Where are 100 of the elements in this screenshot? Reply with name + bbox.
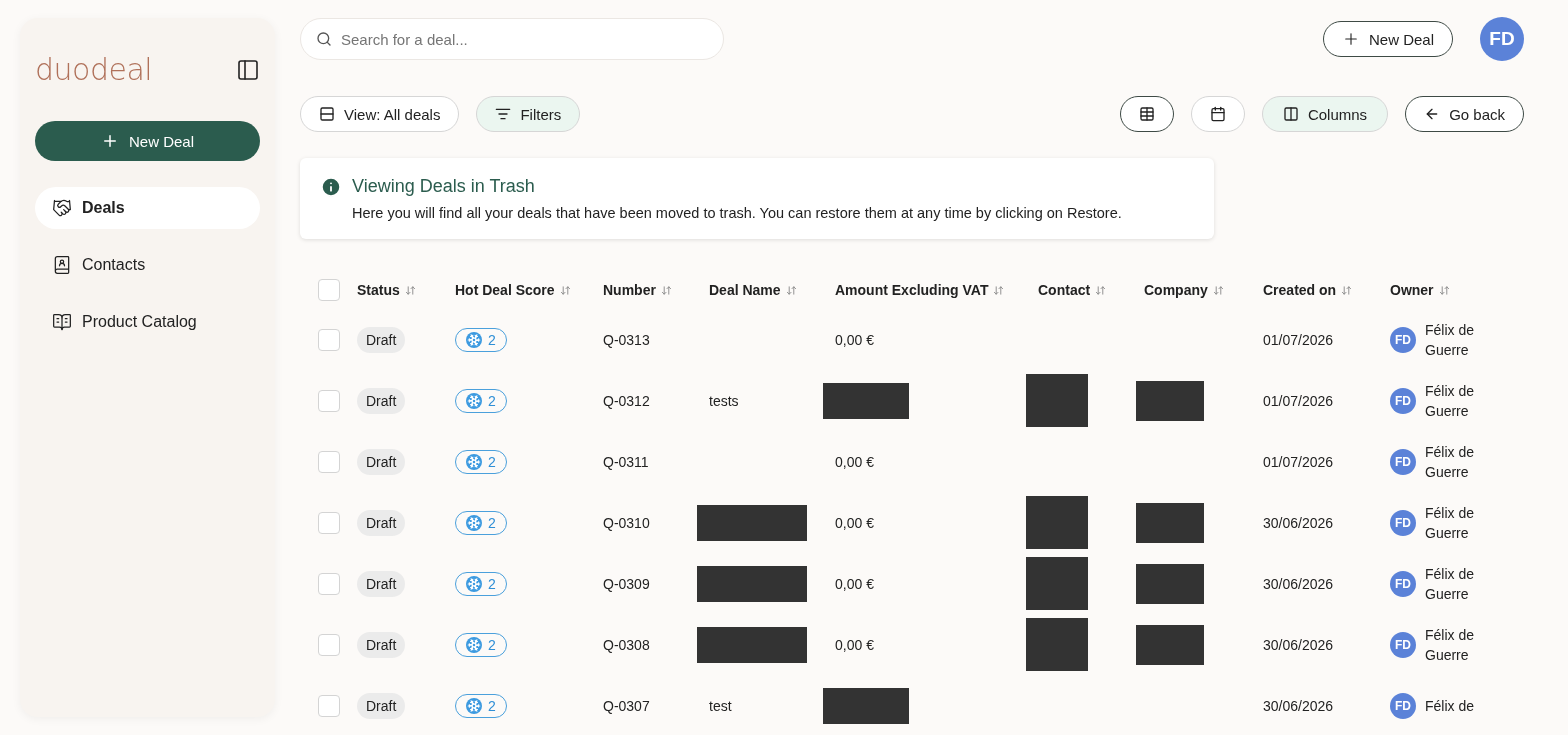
sidebar-item-label: Product Catalog [82, 313, 197, 331]
column-header[interactable]: Status [357, 282, 455, 298]
new-deal-button[interactable]: New Deal [1322, 21, 1453, 57]
sort-icon [660, 284, 672, 296]
status-tag: Draft [357, 692, 406, 719]
sidebar-item-label: Deals [82, 199, 125, 217]
table-cell-text: 30/06/2026 [1263, 514, 1335, 531]
columns-button[interactable]: Columns [1261, 96, 1389, 132]
status-tag: Draft [357, 448, 406, 475]
column-header[interactable]: Hot Deal Score [455, 282, 603, 298]
owner-name: Félix de Guerre [1425, 564, 1476, 604]
owner-name: Félix de [1425, 696, 1476, 716]
owner-avatar: FD [1390, 692, 1416, 719]
banner-title: Viewing Deals in Trash [352, 176, 536, 198]
column-header[interactable]: Number [603, 282, 709, 298]
go-back-button[interactable]: Go back [1405, 96, 1524, 132]
search-icon [316, 31, 332, 47]
table-cell-text: 01/07/2026 [1263, 331, 1335, 348]
table-cell-text: 01/07/2026 [1263, 453, 1335, 470]
checkbox[interactable] [318, 389, 340, 412]
owner-avatar: FD [1390, 387, 1416, 414]
snowflake-icon [466, 575, 482, 592]
status-tag: Draft [357, 570, 406, 597]
owner-name: Félix de Guerre [1425, 381, 1476, 421]
column-header[interactable]: Created on [1263, 282, 1390, 298]
table-cell-text: tests [709, 392, 740, 409]
table-cell-text: Q-0308 [603, 636, 651, 653]
snowflake-icon [466, 392, 482, 409]
status-tag: Draft [357, 509, 406, 536]
checkbox[interactable] [318, 694, 340, 717]
sort-icon [1095, 284, 1107, 296]
column-header[interactable]: Owner [1390, 282, 1524, 298]
checkbox[interactable] [318, 450, 340, 473]
table-cell-text: 30/06/2026 [1263, 575, 1335, 592]
filters-button[interactable]: Filters [476, 96, 581, 132]
sort-icon [404, 284, 416, 296]
owner-avatar: FD [1390, 631, 1416, 658]
checkbox[interactable] [318, 328, 340, 351]
handshake-icon [52, 198, 72, 218]
sidebar-item-label: Contacts [82, 256, 146, 274]
owner-avatar: FD [1390, 509, 1416, 536]
owner-avatar: FD [1390, 326, 1416, 353]
table-view-button[interactable] [1119, 96, 1174, 132]
table-cell-text: 0,00 € [835, 514, 875, 531]
checkbox[interactable] [318, 511, 340, 534]
info-icon [320, 176, 342, 198]
owner-name: Félix de Guerre [1425, 503, 1476, 543]
table-cell-text: 01/07/2026 [1263, 392, 1335, 409]
user-avatar[interactable]: FD [1480, 17, 1524, 61]
table-cell-text: 30/06/2026 [1263, 697, 1335, 714]
search-field[interactable]: Search for a deal... [300, 18, 724, 60]
checkbox[interactable] [318, 633, 340, 656]
snowflake-icon [466, 697, 482, 714]
calendar-icon [1209, 106, 1226, 122]
table-cell-text: test [709, 697, 733, 714]
filter-icon [495, 106, 512, 122]
table-cell-text: 0,00 € [835, 453, 875, 470]
sidebar-item[interactable]: Contacts [35, 244, 260, 286]
column-header[interactable]: Amount Excluding VAT [835, 282, 1038, 298]
table-cell-text: Q-0312 [603, 392, 651, 409]
snowflake-icon [466, 453, 482, 470]
status-tag: Draft [357, 326, 406, 353]
owner-name: Félix de Guerre [1425, 320, 1476, 360]
logo: duodeal [35, 52, 153, 87]
column-header[interactable]: Contact [1038, 282, 1144, 298]
checkbox[interactable] [318, 279, 340, 301]
owner-name: Félix de Guerre [1425, 442, 1476, 482]
status-tag: Draft [357, 387, 406, 414]
owner-name: Félix de Guerre [1425, 625, 1476, 665]
calendar-view-button[interactable] [1190, 96, 1245, 132]
plus-icon [101, 132, 119, 150]
sidebar-toggle-icon[interactable] [236, 57, 260, 82]
owner-avatar: FD [1390, 448, 1416, 475]
snowflake-icon [466, 636, 482, 653]
sort-icon [1438, 284, 1450, 296]
banner-text: Here you will find all your deals that have been moved to trash. You can restore them at any time by clicking on Restore. [352, 205, 1123, 221]
table-icon [1138, 106, 1155, 122]
sort-icon [785, 284, 797, 296]
new-deal-button[interactable]: New Deal [35, 121, 260, 161]
checkbox[interactable] [318, 572, 340, 595]
sort-icon [1212, 284, 1224, 296]
table-cell-text: Q-0313 [603, 331, 651, 348]
view-button[interactable]: View: All deals [300, 96, 460, 132]
status-tag: Draft [357, 631, 406, 658]
table-cell-text: Q-0309 [603, 575, 651, 592]
snowflake-icon [466, 514, 482, 531]
book-icon [52, 312, 72, 332]
rows-icon [319, 106, 335, 122]
owner-avatar: FD [1390, 570, 1416, 597]
table-cell-text: Q-0310 [603, 514, 651, 531]
column-header[interactable]: Deal Name [709, 282, 835, 298]
column-header[interactable]: Company [1144, 282, 1263, 298]
table-cell-text: Q-0307 [603, 697, 651, 714]
sort-icon [1341, 284, 1353, 296]
table-cell-text: Q-0311 [603, 453, 650, 470]
table-cell-text: 30/06/2026 [1263, 636, 1335, 653]
sidebar-item[interactable]: Deals [35, 187, 260, 229]
snowflake-icon [466, 331, 482, 348]
table-cell-text: 0,00 € [835, 331, 875, 348]
sidebar-item[interactable]: Product Catalog [35, 301, 260, 343]
